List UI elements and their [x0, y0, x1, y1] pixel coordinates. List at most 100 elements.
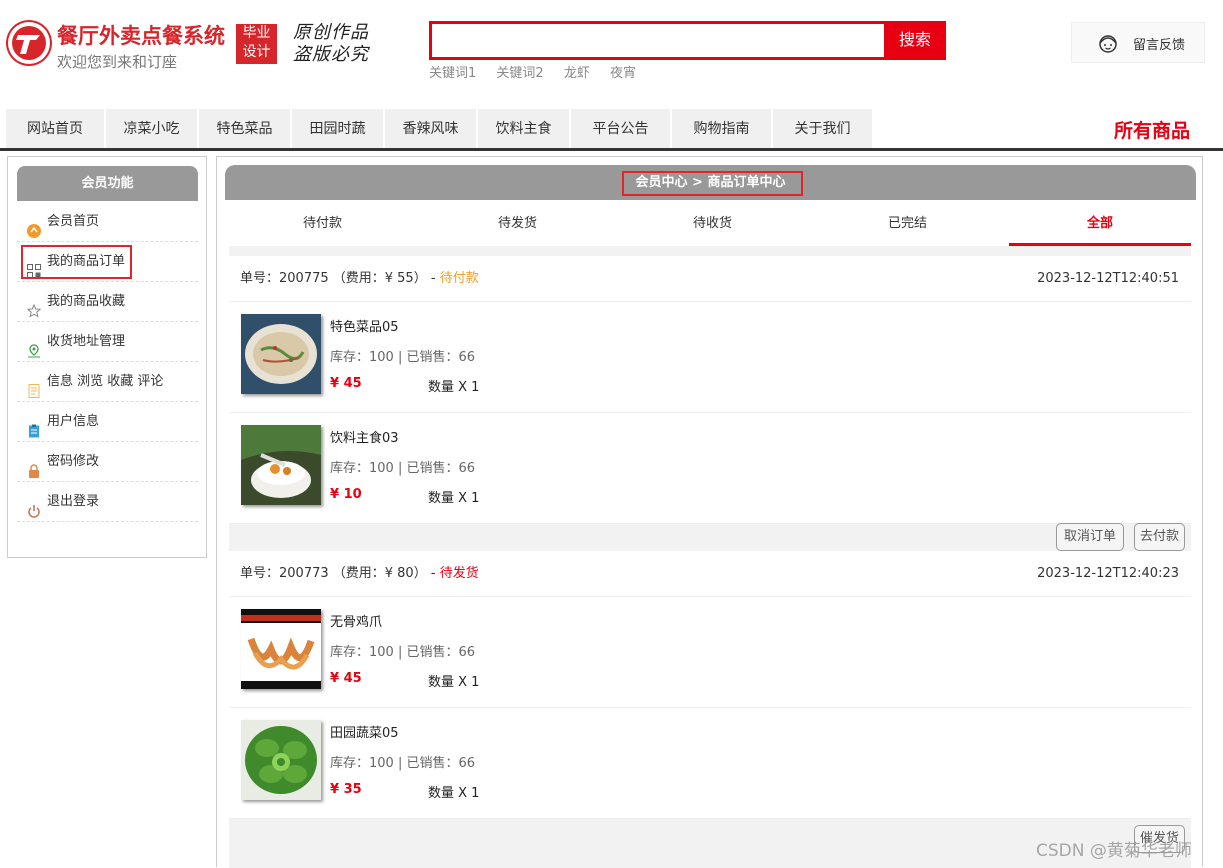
- nav-item-vegetables[interactable]: 田园时蔬: [292, 109, 384, 148]
- order-number: 单号：200775 （费用：¥ 55） - 待付款: [240, 256, 479, 302]
- highlight-box: [21, 245, 132, 279]
- lock-icon: [27, 455, 41, 478]
- pay-button[interactable]: 去付款: [1134, 523, 1185, 551]
- power-icon: [27, 495, 41, 518]
- product-name[interactable]: 无骨鸡爪: [330, 611, 382, 630]
- sidebar-item-user-info[interactable]: 用户信息: [17, 402, 198, 442]
- sidebar-item-label: 用户信息: [47, 414, 100, 429]
- badge-line2: 设计: [242, 44, 271, 60]
- nav-item-cold-dishes[interactable]: 凉菜小吃: [106, 109, 198, 148]
- site-title: 餐厅外卖点餐系统: [57, 24, 225, 48]
- site-logo-icon[interactable]: [6, 20, 52, 66]
- keyword-link[interactable]: 关键词1: [429, 66, 476, 81]
- order-center-panel: 会员中心 > 商品订单中心 待付款 待发货 待收货 已完结 全部 单号：2007…: [216, 156, 1203, 868]
- order-tabs: 待付款 待发货 待收货 已完结 全部: [225, 200, 1196, 246]
- sidebar-item-label: 退出登录: [47, 494, 100, 509]
- product-price: ¥ 35: [330, 782, 362, 797]
- order-header: 单号：200775 （费用：¥ 55） - 待付款 2023-12-12T12:…: [229, 256, 1191, 302]
- feedback-button[interactable]: 留言反馈: [1071, 22, 1205, 63]
- original-seal: 原创作品 盗版必究: [293, 22, 369, 66]
- order-action-bar: [229, 524, 1191, 551]
- badge-line1: 毕业: [242, 25, 271, 41]
- nav-item-about[interactable]: 关于我们: [773, 109, 873, 148]
- star-icon: [26, 295, 42, 318]
- order-item-row: 无骨鸡爪 库存：100 | 已销售：66 ¥ 45 数量 X 1: [229, 597, 1191, 708]
- site-subtitle: 欢迎您到来和订座: [57, 53, 178, 71]
- sidebar-item-member-home[interactable]: 会员首页: [17, 202, 198, 242]
- order-status: 待付款: [439, 271, 479, 286]
- sidebar-item-address[interactable]: 收货地址管理: [17, 322, 198, 362]
- order-item-row: 饮料主食03 库存：100 | 已销售：66 ¥ 10 数量 X 1: [229, 413, 1191, 524]
- product-thumbnail[interactable]: [241, 425, 321, 505]
- sidebar-item-logout[interactable]: 退出登录: [17, 482, 198, 522]
- seal-line1: 原创作品: [293, 22, 369, 43]
- product-price: ¥ 45: [330, 376, 362, 391]
- sidebar-item-password[interactable]: 密码修改: [17, 442, 198, 482]
- product-name[interactable]: 特色菜品05: [330, 316, 399, 335]
- keyword-link[interactable]: 关键词2: [496, 66, 543, 81]
- product-quantity: 数量 X 1: [428, 675, 480, 690]
- graduation-badge: 毕业 设计: [236, 24, 277, 64]
- product-stock: 库存：100 | 已销售：66: [330, 350, 475, 365]
- order-status-separator: -: [426, 566, 440, 581]
- search-box: 搜索: [429, 21, 946, 60]
- seal-line2: 盗版必究: [293, 44, 369, 65]
- sidebar-item-favorites[interactable]: 我的商品收藏: [17, 282, 198, 322]
- order-number-text: 单号：200773 （费用：¥ 80）: [240, 566, 427, 581]
- location-icon: [27, 335, 41, 358]
- product-stock: 库存：100 | 已销售：66: [330, 461, 475, 476]
- nav-item-spicy[interactable]: 香辣风味: [385, 109, 477, 148]
- tab-pending-payment[interactable]: 待付款: [225, 200, 420, 243]
- cancel-order-button[interactable]: 取消订单: [1056, 523, 1124, 551]
- main-nav: 网站首页 凉菜小吃 特色菜品 田园时蔬 香辣风味 饮料主食 平台公告 购物指南 …: [0, 109, 1223, 151]
- order-separator: [229, 246, 1191, 256]
- nav-item-drinks[interactable]: 饮料主食: [478, 109, 570, 148]
- order-item-row: 特色菜品05 库存：100 | 已销售：66 ¥ 45 数量 X 1: [229, 302, 1191, 413]
- nav-item-home[interactable]: 网站首页: [6, 109, 105, 148]
- all-goods-link[interactable]: 所有商品: [1114, 116, 1190, 143]
- product-name[interactable]: 田园蔬菜05: [330, 722, 399, 741]
- search-input[interactable]: [432, 24, 884, 57]
- customer-service-icon: [1096, 31, 1120, 59]
- product-thumbnail[interactable]: [241, 314, 321, 394]
- highlight-box: [622, 171, 803, 196]
- hot-keywords: 关键词1 关键词2 龙虾 夜宵: [429, 62, 652, 81]
- order-number: 单号：200773 （费用：¥ 80） - 待发货: [240, 551, 479, 597]
- product-thumbnail[interactable]: [241, 720, 321, 800]
- keyword-link[interactable]: 夜宵: [610, 66, 636, 81]
- order-time: 2023-12-12T12:40:51: [1037, 271, 1179, 286]
- product-price: ¥ 10: [330, 487, 362, 502]
- sidebar-item-label: 我的商品收藏: [47, 294, 126, 309]
- tab-all[interactable]: 全部: [1009, 200, 1191, 246]
- order-item-row: 田园蔬菜05 库存：100 | 已销售：66 ¥ 35 数量 X 1: [229, 708, 1191, 819]
- nav-item-guide[interactable]: 购物指南: [672, 109, 772, 148]
- sidebar-item-label: 收货地址管理: [47, 334, 126, 349]
- order-number-text: 单号：200775 （费用：¥ 55）: [240, 271, 427, 286]
- sidebar-item-info[interactable]: 信息 浏览 收藏 评论: [17, 362, 198, 402]
- sidebar-item-label: 密码修改: [47, 454, 100, 469]
- tab-pending-receipt[interactable]: 待收货: [615, 200, 810, 243]
- document-icon: [27, 375, 41, 398]
- keyword-link[interactable]: 龙虾: [564, 66, 590, 81]
- nav-item-notice[interactable]: 平台公告: [571, 109, 671, 148]
- product-thumbnail[interactable]: [241, 609, 321, 689]
- member-home-icon: [27, 215, 41, 238]
- tab-completed[interactable]: 已完结: [810, 200, 1005, 243]
- sidebar-item-label: 会员首页: [47, 214, 100, 229]
- product-quantity: 数量 X 1: [428, 491, 480, 506]
- product-quantity: 数量 X 1: [428, 380, 480, 395]
- sidebar-title: 会员功能: [17, 166, 198, 201]
- order-status: 待发货: [439, 566, 479, 581]
- order-status-separator: -: [426, 271, 440, 286]
- nav-item-specialty[interactable]: 特色菜品: [199, 109, 291, 148]
- search-button[interactable]: 搜索: [884, 21, 946, 60]
- tab-pending-shipment[interactable]: 待发货: [420, 200, 615, 243]
- product-name[interactable]: 饮料主食03: [330, 427, 399, 446]
- order-header: 单号：200773 （费用：¥ 80） - 待发货 2023-12-12T12:…: [229, 551, 1191, 597]
- feedback-label: 留言反馈: [1133, 38, 1186, 53]
- product-price: ¥ 45: [330, 671, 362, 686]
- site-header: 餐厅外卖点餐系统 欢迎您到来和订座 毕业 设计 原创作品 盗版必究 搜索 关键词…: [0, 0, 1223, 100]
- product-stock: 库存：100 | 已销售：66: [330, 756, 475, 771]
- order-time: 2023-12-12T12:40:23: [1037, 566, 1179, 581]
- member-sidebar: 会员功能 会员首页 我的商品订单 我的商品收藏 收货地址管理 信息 浏览 收藏 …: [7, 156, 207, 558]
